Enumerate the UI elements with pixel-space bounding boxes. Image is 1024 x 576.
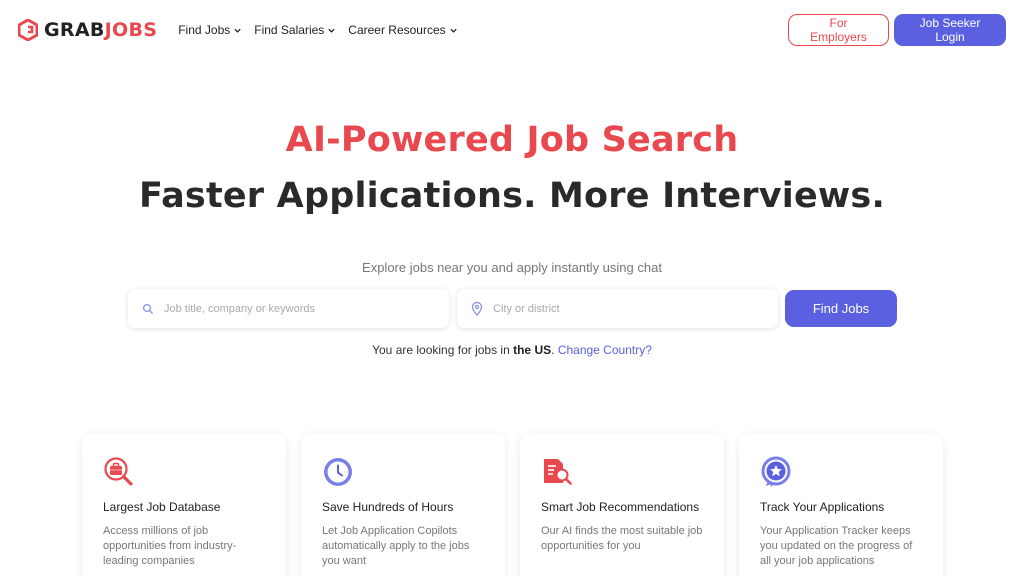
location-input[interactable] [493, 302, 753, 315]
job-database-icon [103, 456, 135, 488]
clock-icon [322, 456, 354, 488]
logo-hexagon-icon [18, 19, 38, 41]
country-suffix: . [551, 343, 555, 357]
star-badge-icon [760, 456, 792, 488]
feature-card-save-hours: Save Hundreds of Hours Let Job Applicati… [301, 434, 505, 576]
country-prefix: You are looking for jobs in [372, 343, 510, 357]
grabjobs-logo[interactable]: GRAB JOBS [18, 19, 157, 41]
chevron-down-icon [450, 28, 457, 33]
logo-text-jobs: JOBS [104, 19, 158, 41]
nav-career-resources-label: Career Resources [348, 23, 446, 37]
location-pin-icon [471, 301, 483, 316]
feature-card-database: Largest Job Database Access millions of … [82, 434, 286, 576]
nav-career-resources[interactable]: Career Resources [348, 23, 457, 37]
nav-find-jobs-label: Find Jobs [178, 23, 231, 37]
header-actions: For Employers Job Seeker Login [788, 14, 1006, 46]
feature-description: Your Application Tracker keeps you updat… [760, 525, 913, 567]
chevron-down-icon [234, 28, 241, 33]
country-notice: You are looking for jobs in the US. Chan… [0, 343, 1024, 357]
feature-description: Our AI finds the most suitable job oppor… [541, 525, 703, 552]
keywords-input[interactable] [164, 302, 424, 315]
job-seeker-login-button[interactable]: Job Seeker Login [894, 14, 1006, 46]
main-nav: Find Jobs Find Salaries Career Resources [178, 23, 457, 37]
nav-find-jobs[interactable]: Find Jobs [178, 23, 242, 37]
feature-card-tracker: Track Your Applications Your Application… [739, 434, 943, 576]
chevron-down-icon [328, 28, 335, 33]
location-search-box [457, 289, 778, 328]
country-name: the US [513, 343, 552, 357]
hero-subtitle: Faster Applications. More Interviews. [139, 176, 885, 216]
logo-text-grab: GRAB [44, 19, 105, 41]
nav-find-salaries[interactable]: Find Salaries [254, 23, 336, 37]
search-icon [142, 303, 153, 314]
hero-title: AI-Powered Job Search [285, 120, 739, 160]
feature-description: Let Job Application Copilots automatical… [322, 525, 470, 567]
site-header: GRAB JOBS Find Jobs Find Salaries Career … [0, 0, 1024, 60]
feature-title: Largest Job Database [103, 500, 221, 514]
feature-description: Access millions of job opportunities fro… [103, 525, 237, 567]
feature-title: Smart Job Recommendations [541, 500, 700, 514]
for-employers-button[interactable]: For Employers [788, 14, 889, 46]
document-search-icon [541, 456, 573, 488]
feature-title: Track Your Applications [760, 500, 885, 514]
nav-find-salaries-label: Find Salaries [254, 23, 325, 37]
hero-description: Explore jobs near you and apply instantl… [362, 260, 662, 275]
find-jobs-button[interactable]: Find Jobs [785, 290, 897, 327]
change-country-link[interactable]: Change Country? [558, 343, 652, 357]
keywords-search-box [128, 289, 449, 328]
feature-title: Save Hundreds of Hours [322, 500, 454, 514]
feature-card-recommendations: Smart Job Recommendations Our AI finds t… [520, 434, 724, 576]
